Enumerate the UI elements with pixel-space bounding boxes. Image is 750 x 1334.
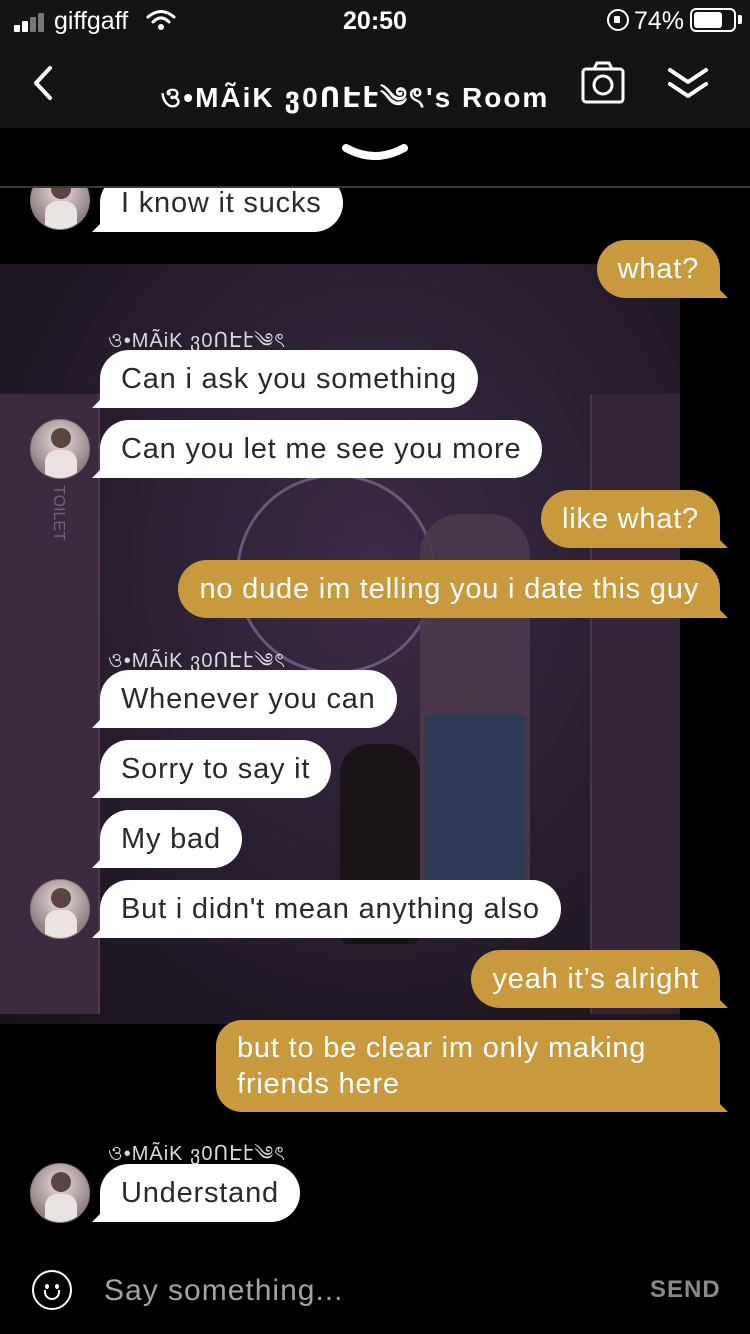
battery-percent: 74% — [634, 7, 685, 35]
rotation-lock-icon — [607, 9, 629, 31]
room-header: ও•MÃiK ვ0ՈԷէ༄ৎ's Room — [0, 42, 750, 128]
message-bubble-outgoing: no dude im telling you i date this guy — [178, 560, 720, 618]
message-bubble-incoming: But i didn't mean anything also — [100, 880, 561, 938]
message-bubble-incoming: I know it sucks — [100, 188, 343, 232]
status-bar: giffgaff 20:50 74% — [0, 0, 750, 42]
battery-level — [694, 12, 722, 28]
double-chevron-down-icon[interactable] — [664, 64, 712, 104]
message-bubble-incoming: Can i ask you something — [100, 350, 478, 408]
camera-icon[interactable] — [580, 60, 626, 106]
message-bubble-incoming: Can you let me see you more — [100, 420, 543, 478]
message-bubble-incoming: Whenever you can — [100, 670, 397, 728]
battery-nub — [738, 15, 742, 24]
message-bubble-outgoing: yeah it’s alright — [471, 950, 720, 1008]
avatar[interactable] — [30, 879, 90, 939]
message-bubble-outgoing: what? — [596, 240, 720, 298]
avatar[interactable] — [30, 419, 90, 479]
message-composer: SEND — [0, 1250, 750, 1334]
message-input[interactable] — [104, 1268, 624, 1314]
smiley-icon[interactable] — [32, 1270, 72, 1310]
message-bubble-incoming: Sorry to say it — [100, 740, 332, 798]
send-button[interactable]: SEND — [650, 1276, 721, 1304]
scene-door-right — [590, 394, 680, 1014]
scene-pull-bar[interactable] — [0, 128, 750, 186]
scene-door-sign: TOILET — [49, 485, 67, 541]
message-bubble-outgoing: but to be clear im only making friends h… — [216, 1020, 720, 1112]
avatar[interactable] — [30, 188, 90, 230]
message-bubble-incoming: My bad — [100, 810, 242, 868]
chevron-down-icon[interactable] — [340, 140, 410, 170]
chat-feed[interactable]: TOILET I know it sucks what? ও•MÃiK ვ0ՈԷ… — [0, 188, 750, 1250]
avatar[interactable] — [30, 1163, 90, 1223]
message-bubble-outgoing: like what? — [541, 490, 720, 548]
message-bubble-incoming: Understand — [100, 1164, 300, 1222]
battery-icon — [690, 8, 736, 32]
